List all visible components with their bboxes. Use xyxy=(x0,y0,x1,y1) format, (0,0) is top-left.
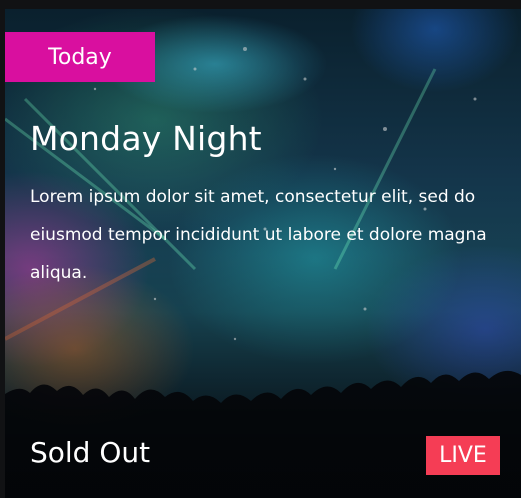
event-card[interactable]: Today Monday Night Lorem ipsum dolor sit… xyxy=(5,9,521,498)
event-description: Lorem ipsum dolor sit amet, consectetur … xyxy=(30,187,487,283)
event-title[interactable]: Monday Night xyxy=(30,119,262,158)
live-badge: LIVE xyxy=(426,436,500,475)
ticket-status: Sold Out xyxy=(30,436,151,469)
today-tag: Today xyxy=(5,32,155,82)
